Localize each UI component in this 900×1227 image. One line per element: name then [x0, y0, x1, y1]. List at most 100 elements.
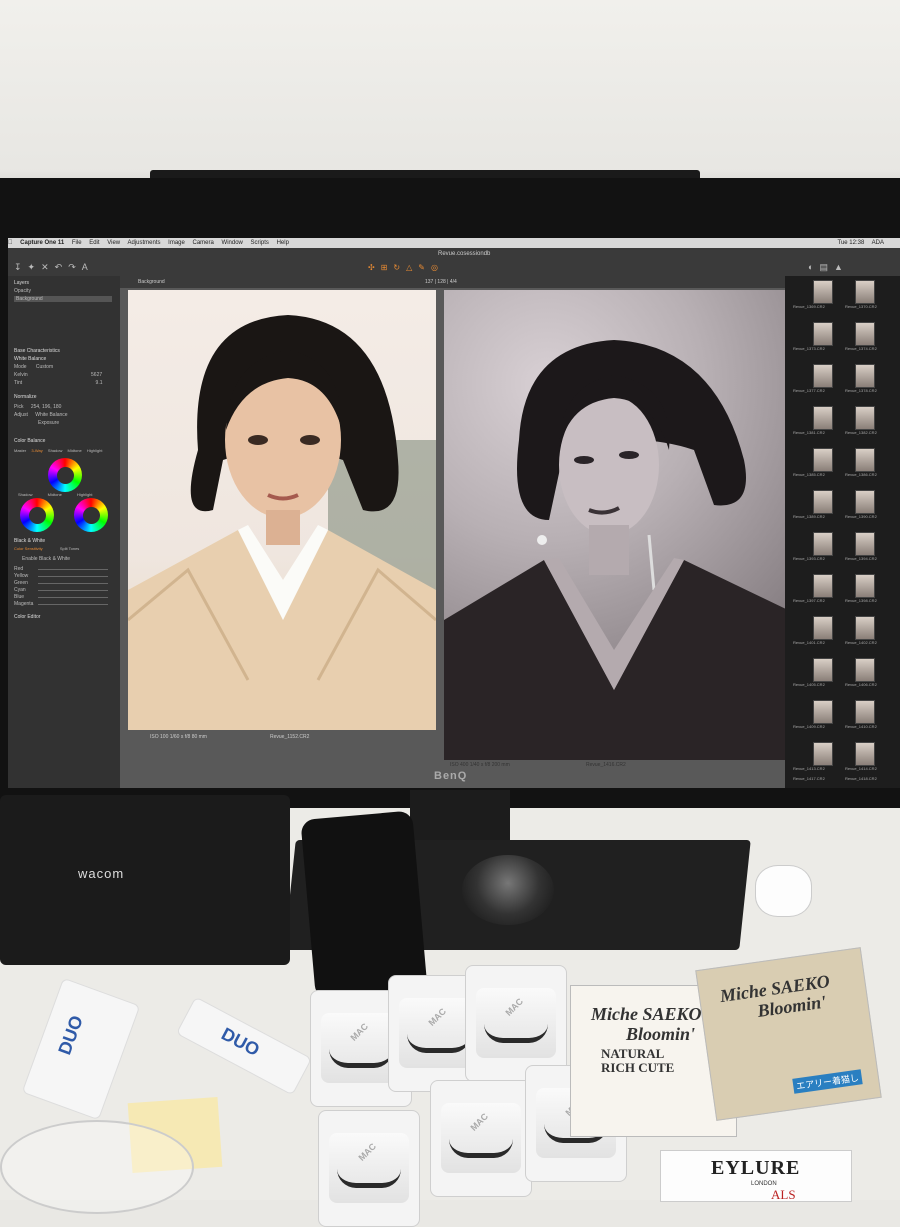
photo-left-color-portrait[interactable]: [128, 290, 436, 730]
thumb-label: Revue_1398.CR2: [845, 598, 877, 603]
redo-icon[interactable]: ↷: [68, 262, 82, 272]
photo-right-bw-portrait[interactable]: [444, 290, 788, 760]
thumbnail[interactable]: [813, 448, 833, 472]
bw-tab-split-tones[interactable]: Split Tones: [60, 546, 80, 551]
layer-dropdown[interactable]: Background: [138, 279, 165, 285]
thumbnail[interactable]: [855, 742, 875, 766]
exposure-checkbox[interactable]: Exposure: [38, 420, 59, 426]
thumbnail[interactable]: [855, 280, 875, 304]
user-menu[interactable]: ADA: [872, 240, 884, 246]
kelvin-value[interactable]: 5627: [91, 372, 102, 378]
cb-tab-midtone[interactable]: Midtone: [68, 448, 82, 453]
thumbnail[interactable]: [813, 574, 833, 598]
thumbnail[interactable]: [813, 532, 833, 556]
menu-edit[interactable]: Edit: [89, 240, 99, 246]
proof-icon[interactable]: ▤: [819, 262, 834, 272]
adjust-label: Adjust: [14, 412, 28, 418]
thumbnail[interactable]: [855, 406, 875, 430]
compare-icon[interactable]: ◐: [808, 262, 819, 272]
left-image-caption: Revue_1152.CR2: [270, 734, 310, 740]
clock[interactable]: Tue 12:38: [838, 240, 865, 246]
undo-icon[interactable]: ↶: [55, 262, 69, 272]
pick-label: Pick: [14, 404, 24, 410]
export-icon[interactable]: ▲: [834, 262, 849, 272]
image-viewer: Background 137 | 128 | 4/4 ISO 100 1/60 …: [120, 276, 788, 788]
bw-magenta-slider[interactable]: [38, 604, 108, 605]
tint-value[interactable]: 9.1: [96, 380, 103, 386]
crop-tool-icon[interactable]: ⊞: [381, 263, 394, 272]
thumb-label: Revue_1414.CR2: [845, 766, 877, 771]
thumbnail[interactable]: [813, 280, 833, 304]
delete-icon[interactable]: ✕: [41, 262, 55, 272]
thumbnail[interactable]: [813, 658, 833, 682]
thumbnail[interactable]: [855, 616, 875, 640]
thumbnail[interactable]: [855, 364, 875, 388]
thumbnail[interactable]: [813, 406, 833, 430]
shadow-color-wheel[interactable]: [20, 498, 54, 532]
bw-green-slider[interactable]: [38, 583, 108, 584]
thumbnail[interactable]: [855, 532, 875, 556]
cb-tab-master[interactable]: Master: [14, 448, 26, 453]
thumbnail[interactable]: [855, 490, 875, 514]
opacity-label: Opacity: [14, 288, 31, 294]
base-characteristics-header[interactable]: Base Characteristics: [14, 348, 60, 354]
cb-tab-shadow[interactable]: Shadow: [48, 448, 62, 453]
layers-header[interactable]: Layers: [14, 280, 29, 286]
thumbnail[interactable]: [813, 490, 833, 514]
bw-blue-slider[interactable]: [38, 597, 108, 598]
text-tool-icon[interactable]: A: [82, 262, 94, 272]
app-menu[interactable]: Capture One 11: [20, 240, 64, 246]
midtone-color-wheel[interactable]: [48, 458, 82, 492]
black-white-header[interactable]: Black & White: [14, 538, 45, 544]
thumbnail[interactable]: [813, 322, 833, 346]
thumbnail[interactable]: [855, 574, 875, 598]
picker-tool-icon[interactable]: ◎: [431, 263, 444, 272]
import-icon[interactable]: ↧: [14, 262, 28, 272]
menu-help[interactable]: Help: [277, 240, 289, 246]
menu-adjustments[interactable]: Adjustments: [127, 240, 160, 246]
eylure-package: EYLURE LONDON ALS: [660, 1150, 852, 1202]
rotate-tool-icon[interactable]: ↻: [393, 263, 406, 272]
thumbnail[interactable]: [813, 616, 833, 640]
white-balance-header[interactable]: White Balance: [14, 356, 46, 362]
thumbnail[interactable]: [855, 322, 875, 346]
cursor-tool-icon[interactable]: ✦: [28, 262, 42, 272]
layer-row[interactable]: Background: [14, 296, 112, 302]
color-editor-header[interactable]: Color Editor: [14, 614, 40, 620]
thumbnail[interactable]: [855, 658, 875, 682]
thumbnail[interactable]: [813, 742, 833, 766]
white-balance-checkbox[interactable]: White Balance: [35, 412, 67, 418]
kelvin-label: Kelvin: [14, 372, 28, 378]
bw-cyan-slider[interactable]: [38, 590, 108, 591]
brush-tool-icon[interactable]: ✎: [418, 263, 431, 272]
cb-tab-highlight[interactable]: Highlight: [87, 448, 103, 453]
apple-icon[interactable]: : [8, 240, 13, 246]
cb-tab-3way[interactable]: 3-Way: [31, 448, 42, 453]
highlight-color-wheel[interactable]: [74, 498, 108, 532]
keystone-tool-icon[interactable]: △: [406, 263, 418, 272]
menu-window[interactable]: Window: [222, 240, 243, 246]
bw-yellow-slider[interactable]: [38, 576, 108, 577]
menu-file[interactable]: File: [72, 240, 82, 246]
menu-camera[interactable]: Camera: [193, 240, 214, 246]
thumb-label: Revue_1418.CR2: [845, 776, 877, 781]
normalize-header[interactable]: Normalize: [14, 394, 37, 400]
thumb-label: Revue_1402.CR2: [845, 640, 877, 645]
mode-select[interactable]: Custom: [36, 364, 53, 370]
pan-tool-icon[interactable]: ✣: [368, 263, 381, 272]
monitor-screen:  Capture One 11 File Edit View Adjustme…: [8, 238, 900, 788]
thumbnail[interactable]: [855, 448, 875, 472]
thumb-label: Revue_1373.CR2: [793, 346, 825, 351]
thumbnail[interactable]: [813, 700, 833, 724]
bw-red-slider[interactable]: [38, 569, 108, 570]
glue-brand-label: DUO: [54, 1012, 87, 1058]
thumbnail[interactable]: [855, 700, 875, 724]
thumbnail[interactable]: [813, 364, 833, 388]
enable-bw-checkbox[interactable]: Enable Black & White: [22, 556, 70, 562]
menu-view[interactable]: View: [107, 240, 120, 246]
menu-scripts[interactable]: Scripts: [251, 240, 269, 246]
bw-tab-sensitivity[interactable]: Color Sensitivity: [14, 546, 43, 551]
color-balance-header[interactable]: Color Balance: [14, 438, 45, 444]
mac-menubar:  Capture One 11 File Edit View Adjustme…: [8, 238, 900, 248]
menu-image[interactable]: Image: [168, 240, 185, 246]
